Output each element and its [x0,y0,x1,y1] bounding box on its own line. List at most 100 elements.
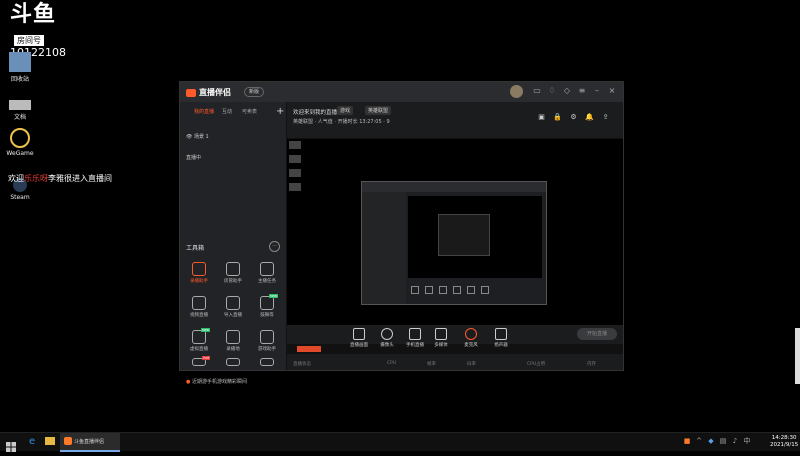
title-bar: 直播伴侣 新版 ▭ ♢ ◇ ≡ – × [180,82,623,102]
microphone-button[interactable]: 麦克风 [457,328,485,348]
nested-controls [408,282,542,300]
screen-capture-button[interactable]: 直播画面 [345,328,373,348]
scene-hint: 直播中 [186,155,202,161]
phone-icon [409,328,421,340]
virtual-icon [192,330,206,344]
minimize-icon[interactable]: – [592,86,602,96]
message-icon[interactable]: ▭ [532,86,542,96]
desktop-icon-drive[interactable]: 文档 [0,94,40,121]
input-method-icon[interactable]: 中 [743,437,751,445]
toolbox-title: 工具箱 [186,245,205,252]
wegame-icon [10,128,30,148]
more-tools-icon [260,358,274,366]
taskbar-app-live-companion[interactable]: 斗鱼直播伴侣 [60,433,120,452]
record-icon [192,262,206,276]
shirt-icon[interactable]: ♢ [547,86,557,96]
status-bar: 直播状态 CPU 帧率 码率 CPU占用 内存 [293,361,596,367]
play-icon [435,328,447,340]
tool-room-manager[interactable]: 房管助手 [218,262,248,284]
phone-live-button[interactable]: 手机直播 [401,328,429,348]
chevron-up-icon[interactable]: ^ [695,437,703,445]
download-icon [226,358,240,366]
import-icon [226,296,240,310]
shield-icon[interactable]: ◆ [707,437,715,445]
stream-title[interactable]: 欢迎来到我的直播间 [293,108,343,116]
version-badge[interactable]: 新版 [244,87,265,97]
category-chip[interactable]: 游戏 [337,106,354,115]
lock-icon[interactable]: 🔒 [553,113,562,122]
nested-canvas [408,196,542,278]
menu-icon[interactable]: ≡ [577,86,587,96]
preview-desktop-icons [289,141,319,197]
game-chip[interactable]: 英雄联盟 [365,106,392,115]
video-icon [192,296,206,310]
speaker-button[interactable]: 扬声器 [487,328,515,348]
microphone-icon [465,328,477,340]
nested-title-bar [362,182,546,192]
edge-icon[interactable]: e [29,436,35,447]
share-icon[interactable]: ⇪ [601,113,610,122]
desktop-icon-recycle-bin[interactable]: 回收站 [0,52,40,83]
nested-left-panel [362,192,406,304]
tab-table[interactable]: 可卖表 [242,108,257,115]
tray-app-icon[interactable]: ■ [683,437,691,445]
folder-icon[interactable] [45,437,55,445]
watermark-logo: 斗鱼 [10,2,57,27]
nested-canvas-inner [438,214,490,256]
screen-icon [353,328,365,340]
avatar[interactable] [510,85,523,98]
speaker-icon [495,328,507,340]
tool-record[interactable]: 录播助手 [184,262,214,284]
stream-info: 英雄联盟 · 人气值 · 开播时长 13:27:05 · 9 [293,119,390,125]
live-companion-window: 直播伴侣 新版 ▭ ♢ ◇ ≡ – × 我的直播 互动 可卖表 + 👁 场景 1… [179,81,624,385]
app-icon [64,437,72,445]
tool-virtual-live[interactable]: 虚拟直播 new [184,328,214,352]
tool-effects[interactable]: hot [184,356,214,368]
media-button[interactable]: 多媒体 [427,328,455,348]
welcome-overlay: 欢迎乐乐呀李雅很进入直播间 [8,174,112,183]
left-panel: 我的直播 互动 可卖表 + 👁 场景 1 直播中 工具箱 ··· 录播助手 房管… [180,102,287,385]
diamond-icon[interactable]: ◇ [562,86,572,96]
game-icon [260,330,274,344]
hot-badge: hot [202,356,210,360]
cheer-icon [260,296,274,310]
settings-icon[interactable]: ⚙ [569,113,578,122]
control-bar: 直播画面 摄像头 手机直播 多媒体 麦克风 扬声器 [287,324,623,358]
clock[interactable]: 14:28:30 2021/9/15 [770,435,798,449]
tool-cheer[interactable]: 鼓舞等 new [252,294,282,318]
tool-download[interactable] [218,358,248,368]
tool-import[interactable]: 导入直播 [218,296,248,318]
more-icon[interactable]: ··· [269,241,280,252]
bottom-tip[interactable]: ● 近期游手机游戏精彩瞬间 [186,378,247,385]
windows-start-icon[interactable] [6,437,16,452]
close-icon[interactable]: × [607,86,617,96]
tab-interact[interactable]: 互动 [222,108,232,115]
tool-game-assistant[interactable]: 游戏助手 [252,330,282,352]
stream-preview[interactable] [287,138,623,354]
screenshot-icon[interactable]: ▣ [537,113,546,122]
camera-button[interactable]: 摄像头 [373,328,401,348]
new-badge: new [200,328,210,332]
panel-tabs: 我的直播 互动 可卖表 + [180,106,286,120]
network-icon[interactable]: ▤ [719,437,727,445]
desktop-icon-wegame[interactable]: WeGame [0,128,40,157]
scene-item[interactable]: 👁 场景 1 [186,133,209,140]
recycle-bin-icon [9,52,31,72]
tool-more[interactable] [252,358,282,368]
taskbar: e 斗鱼直播伴侣 ■ ^ ◆ ▤ ♪ 中 14:28:30 2021/9/15 [0,432,800,452]
app-logo: 直播伴侣 [186,87,231,98]
new-badge: new [268,294,278,298]
app-logo-icon [186,88,196,97]
scrollbar[interactable] [795,328,800,384]
tool-tasks[interactable]: 主播任务 [252,262,282,284]
tool-video-live[interactable]: 视频直播 [184,296,214,318]
eye-icon[interactable]: 👁 [186,134,192,140]
task-icon [260,262,274,276]
add-tab-button[interactable]: + [276,106,284,117]
tab-my-live[interactable]: 我的直播 [194,108,214,115]
bell-icon[interactable]: 🔔 [585,113,594,122]
douyu-watermark: 斗鱼 房间号 10122108 [4,2,76,59]
volume-icon[interactable]: ♪ [731,437,739,445]
tool-record-place[interactable]: 录播地 [218,330,248,352]
start-live-button[interactable]: 开始直播 [577,328,617,340]
